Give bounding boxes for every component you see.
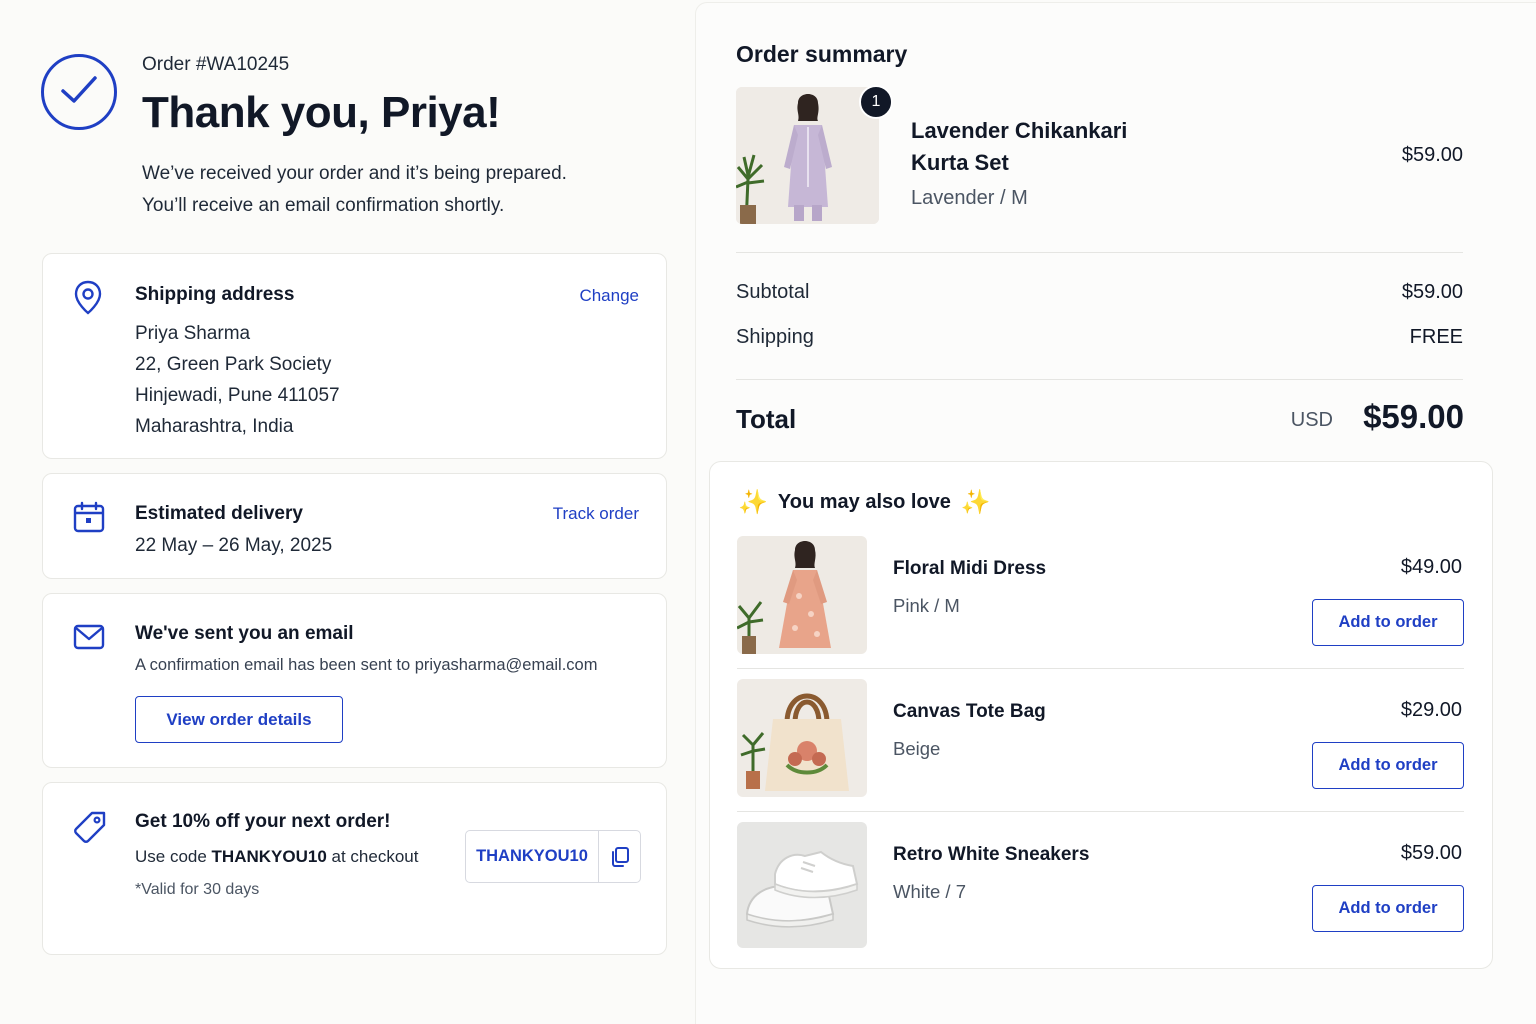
recommendation-name: Canvas Tote Bag (893, 701, 1046, 722)
intro-line: You’ll receive an email confirmation sho… (142, 195, 505, 216)
track-order-link[interactable]: Track order (553, 504, 639, 524)
address-lines: Priya Sharma 22, Green Park Society Hinj… (135, 318, 340, 442)
subtotal-label: Subtotal (736, 281, 810, 303)
quantity-badge: 1 (859, 85, 893, 119)
recommendation-name: Floral Midi Dress (893, 558, 1047, 579)
promo-code-box: THANKYOU10 (465, 830, 641, 883)
total-value: $59.00 (1363, 398, 1464, 435)
promo-code[interactable]: THANKYOU10 (466, 831, 599, 882)
recommendation-price: $49.00 (1400, 556, 1462, 578)
order-summary-panel: Order summary 1 Lavender Chikankari Kurt… (695, 2, 1536, 1024)
divider (737, 668, 1464, 669)
view-order-details-button[interactable]: View order details (135, 696, 343, 743)
promo-instructions: Use code THANKYOU10 at checkout (135, 847, 418, 867)
divider (736, 252, 1463, 253)
recommendation-variant: White / 7 (893, 881, 966, 902)
product-name-line: Lavender Chikankari (911, 118, 1128, 143)
delivery-card: Estimated delivery Track order 22 May – … (42, 473, 667, 579)
email-message: A confirmation email has been sent to pr… (135, 656, 598, 674)
recommendations-title: ✨ You may also love ✨ (738, 488, 991, 517)
promo-card: Get 10% off your next order! Use code TH… (42, 782, 667, 955)
address-line: 22, Green Park Society (135, 354, 332, 375)
address-line: Maharashtra, India (135, 416, 294, 437)
address-line: Hinjewadi, Pune 411057 (135, 385, 340, 406)
intro-text: We’ve received your order and it’s being… (142, 158, 567, 222)
page-title: Thank you, Priya! (142, 88, 501, 137)
product-name-line: Kurta Set (911, 150, 1009, 175)
email-card: We've sent you an email A confirmation e… (42, 593, 667, 768)
product-price: $59.00 (1401, 144, 1463, 166)
address-line: Priya Sharma (135, 323, 251, 344)
check-circle-icon (41, 54, 117, 130)
shipping-title: Shipping address (135, 284, 295, 305)
sneakers-image (737, 822, 867, 948)
shipping-label: Shipping (736, 326, 814, 348)
sparkle-icon: ✨ (738, 489, 768, 516)
tag-icon (73, 811, 107, 850)
recommendation-price: $59.00 (1400, 842, 1462, 864)
recommendation-price: $29.00 (1400, 699, 1462, 721)
currency-code: USD (1290, 409, 1333, 431)
intro-line: We’ve received your order and it’s being… (142, 163, 567, 184)
recommendations-heading: You may also love (777, 491, 951, 513)
recommendation-name: Retro White Sneakers (893, 844, 1090, 865)
order-number: Order #WA10245 (142, 54, 290, 75)
calendar-icon (73, 501, 105, 538)
delivery-title: Estimated delivery (135, 503, 303, 524)
location-pin-icon (73, 280, 103, 321)
confirmation-column: Order #WA10245 Thank you, Priya! We’ve r… (0, 0, 690, 1024)
add-to-order-button[interactable]: Add to order (1312, 599, 1464, 646)
add-to-order-button[interactable]: Add to order (1312, 742, 1464, 789)
recommendation-variant: Beige (893, 738, 941, 759)
recommendation-item: Canvas Tote Bag Beige $29.00 Add to orde… (737, 679, 1464, 799)
total-label: Total (736, 404, 797, 434)
email-title: We've sent you an email (135, 623, 354, 644)
divider (736, 379, 1463, 380)
product-variant: Lavender / M (911, 187, 1028, 209)
recommendation-variant: Pink / M (893, 595, 960, 616)
sparkle-icon: ✨ (960, 489, 991, 516)
kurta-product-image (736, 87, 879, 224)
add-to-order-button[interactable]: Add to order (1312, 885, 1464, 932)
summary-title: Order summary (736, 41, 908, 67)
tote-bag-image (737, 679, 867, 797)
promo-suffix: at checkout (326, 847, 419, 866)
recommendations-card: ✨ You may also love ✨ Floral Midi Dress … (709, 461, 1493, 969)
recommendation-item: Retro White Sneakers White / 7 $59.00 Ad… (737, 822, 1464, 948)
shipping-address-card: Shipping address Change Priya Sharma 22,… (42, 253, 667, 459)
change-address-link[interactable]: Change (579, 286, 639, 306)
copy-icon[interactable] (599, 831, 640, 882)
promo-validity: *Valid for 30 days (135, 881, 260, 898)
delivery-dates: 22 May – 26 May, 2025 (135, 535, 333, 556)
subtotal-value: $59.00 (1401, 281, 1463, 303)
promo-title: Get 10% off your next order! (135, 811, 391, 832)
recommendation-item: Floral Midi Dress Pink / M $49.00 Add to… (737, 536, 1464, 656)
divider (737, 811, 1464, 812)
envelope-icon (73, 624, 105, 655)
promo-code-inline: THANKYOU10 (211, 847, 327, 866)
shipping-value: FREE (1409, 326, 1463, 348)
product-name: Lavender Chikankari Kurta Set (911, 115, 1127, 179)
floral-dress-image (737, 536, 867, 654)
promo-prefix: Use code (135, 847, 212, 866)
